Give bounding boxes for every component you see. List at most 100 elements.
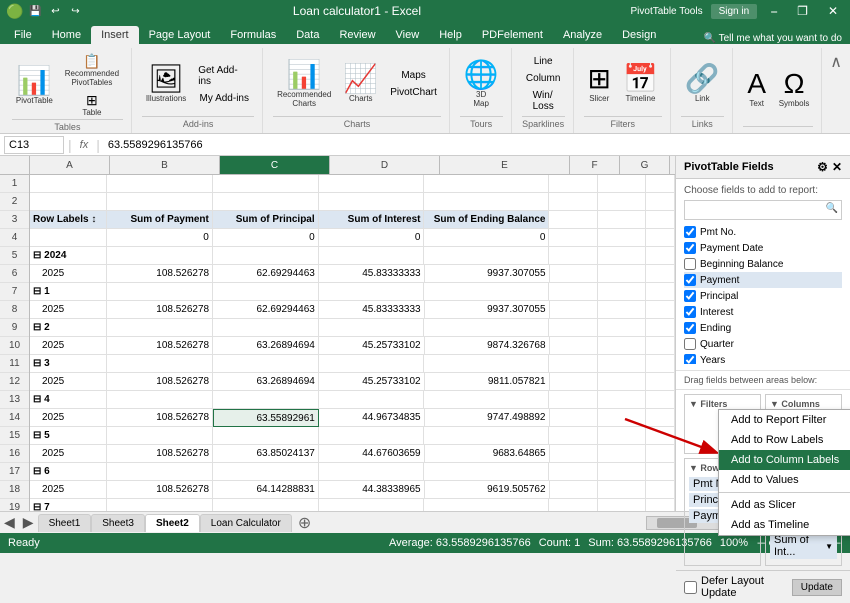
pivot-field-years[interactable]: Years	[684, 352, 842, 364]
cell-d9[interactable]	[319, 319, 425, 337]
add-sheet-button[interactable]: ⊕	[292, 513, 317, 533]
cell-c12[interactable]: 63.26894694	[213, 373, 319, 391]
cell-d11[interactable]	[319, 355, 425, 373]
cell-h7[interactable]	[646, 283, 675, 301]
cell-c10[interactable]: 63.26894694	[213, 337, 319, 355]
cell-d1[interactable]	[319, 175, 425, 193]
cell-g17[interactable]	[598, 463, 646, 481]
row-9[interactable]: 9	[0, 319, 29, 337]
cell-g3[interactable]	[598, 211, 646, 229]
tab-data[interactable]: Data	[286, 26, 329, 44]
cell-g9[interactable]	[598, 319, 646, 337]
tab-insert[interactable]: Insert	[91, 26, 139, 44]
pivot-field-quarter[interactable]: Quarter	[684, 336, 842, 352]
cell-h19[interactable]	[646, 499, 675, 511]
cell-d16[interactable]: 44.67603659	[319, 445, 425, 463]
cell-b18[interactable]: 108.526278	[107, 481, 213, 499]
cell-e13[interactable]	[424, 391, 549, 409]
cell-c11[interactable]	[213, 355, 319, 373]
illustrations-button[interactable]: 🖼 Illustrations	[142, 63, 190, 105]
cell-b9[interactable]	[107, 319, 213, 337]
cell-a15[interactable]: ⊟ 5	[30, 427, 107, 445]
my-addins-button[interactable]: My Add-ins	[194, 91, 254, 106]
ctx-add-column-labels[interactable]: Add to Column Labels	[719, 450, 850, 470]
cell-f2[interactable]	[549, 193, 597, 211]
cell-f10[interactable]	[550, 337, 598, 355]
cell-d15[interactable]	[319, 427, 425, 445]
pivot-field-principal-checkbox[interactable]	[684, 290, 696, 302]
cell-h9[interactable]	[646, 319, 675, 337]
cell-h16[interactable]	[646, 445, 675, 463]
cell-b10[interactable]: 108.526278	[107, 337, 213, 355]
pivot-field-beginbalance[interactable]: Beginning Balance	[684, 256, 842, 272]
tab-analyze[interactable]: Analyze	[553, 26, 612, 44]
row-15[interactable]: 15	[0, 427, 29, 445]
cell-g6[interactable]	[598, 265, 646, 283]
cell-c19[interactable]	[213, 499, 319, 511]
sheet-tab-sheet2[interactable]: Sheet2	[145, 514, 200, 532]
cell-g8[interactable]	[598, 301, 646, 319]
cell-c1[interactable]	[213, 175, 319, 193]
sheet-tab-scroll-right[interactable]: ▶	[19, 514, 38, 531]
cell-b1[interactable]	[107, 175, 213, 193]
row-6[interactable]: 6	[0, 265, 29, 283]
tell-me-box[interactable]: 🔍 Tell me what you want to do	[704, 33, 842, 44]
pivot-field-payment[interactable]: Payment	[684, 272, 842, 288]
ribbon-collapse-button[interactable]: ∧	[826, 48, 846, 133]
slicer-button[interactable]: ⊞ Slicer	[584, 63, 615, 105]
update-button[interactable]: Update	[792, 579, 842, 596]
maximize-button[interactable]: ❐	[791, 4, 814, 18]
sheet-tab-sheet1[interactable]: Sheet1	[38, 514, 92, 532]
symbols-button[interactable]: Ω Symbols	[775, 68, 814, 110]
cell-h4[interactable]	[646, 229, 675, 247]
row-5[interactable]: 5	[0, 247, 29, 265]
cell-d13[interactable]	[319, 391, 425, 409]
cell-e15[interactable]	[424, 427, 549, 445]
pivot-field-endingbalance[interactable]: Ending	[684, 320, 842, 336]
cell-e18[interactable]: 9619.505762	[425, 481, 550, 499]
bar-chart-button[interactable]: 📈 Charts	[339, 63, 382, 105]
row-2[interactable]: 2	[0, 193, 29, 211]
row-1[interactable]: 1	[0, 175, 29, 193]
cell-c2[interactable]	[213, 193, 319, 211]
col-f-header[interactable]: F	[570, 156, 620, 174]
cell-g11[interactable]	[598, 355, 646, 373]
cell-e2[interactable]	[424, 193, 549, 211]
winloss-sparkline-button[interactable]: Win/Loss	[529, 88, 558, 114]
cell-e8[interactable]: 9937.307055	[425, 301, 550, 319]
cell-b6[interactable]: 108.526278	[107, 265, 213, 283]
tab-review[interactable]: Review	[329, 26, 385, 44]
col-e-header[interactable]: E	[440, 156, 570, 174]
cell-h5[interactable]	[646, 247, 675, 265]
cell-e5[interactable]	[424, 247, 549, 265]
cell-f9[interactable]	[549, 319, 597, 337]
cell-a18[interactable]: 2025	[30, 481, 107, 499]
cell-d3[interactable]: Sum of Interest	[319, 211, 425, 229]
cell-a5[interactable]: ⊟ 2024	[30, 247, 107, 265]
tab-home[interactable]: Home	[42, 26, 91, 44]
recommended-pivot-button[interactable]: 📋 RecommendedPivotTables	[61, 52, 123, 89]
close-button[interactable]: ✕	[822, 4, 844, 18]
formula-input[interactable]: 63.5589296135766	[104, 139, 846, 151]
col-g-header[interactable]: G	[620, 156, 670, 174]
cell-b7[interactable]	[107, 283, 213, 301]
col-b-header[interactable]: B	[110, 156, 220, 174]
row-19[interactable]: 19	[0, 499, 29, 511]
cell-d14[interactable]: 44.96734835	[319, 409, 425, 427]
tab-help[interactable]: Help	[429, 26, 472, 44]
cell-h11[interactable]	[646, 355, 675, 373]
pivot-field-pmtno-checkbox[interactable]	[684, 226, 696, 238]
cell-h2[interactable]	[646, 193, 675, 211]
cell-c14[interactable]: 63.55892961	[213, 409, 319, 427]
pivot-field-endingbalance-checkbox[interactable]	[684, 322, 696, 334]
cell-a8[interactable]: 2025	[30, 301, 107, 319]
cell-a16[interactable]: 2025	[30, 445, 107, 463]
row-18[interactable]: 18	[0, 481, 29, 499]
cell-c5[interactable]	[213, 247, 319, 265]
redo-icon[interactable]: ↪	[67, 3, 83, 19]
cell-f17[interactable]	[549, 463, 597, 481]
cell-a19[interactable]: ⊟ 7	[30, 499, 107, 511]
cell-a11[interactable]: ⊟ 3	[30, 355, 107, 373]
tab-formulas[interactable]: Formulas	[220, 26, 286, 44]
cell-f1[interactable]	[549, 175, 597, 193]
